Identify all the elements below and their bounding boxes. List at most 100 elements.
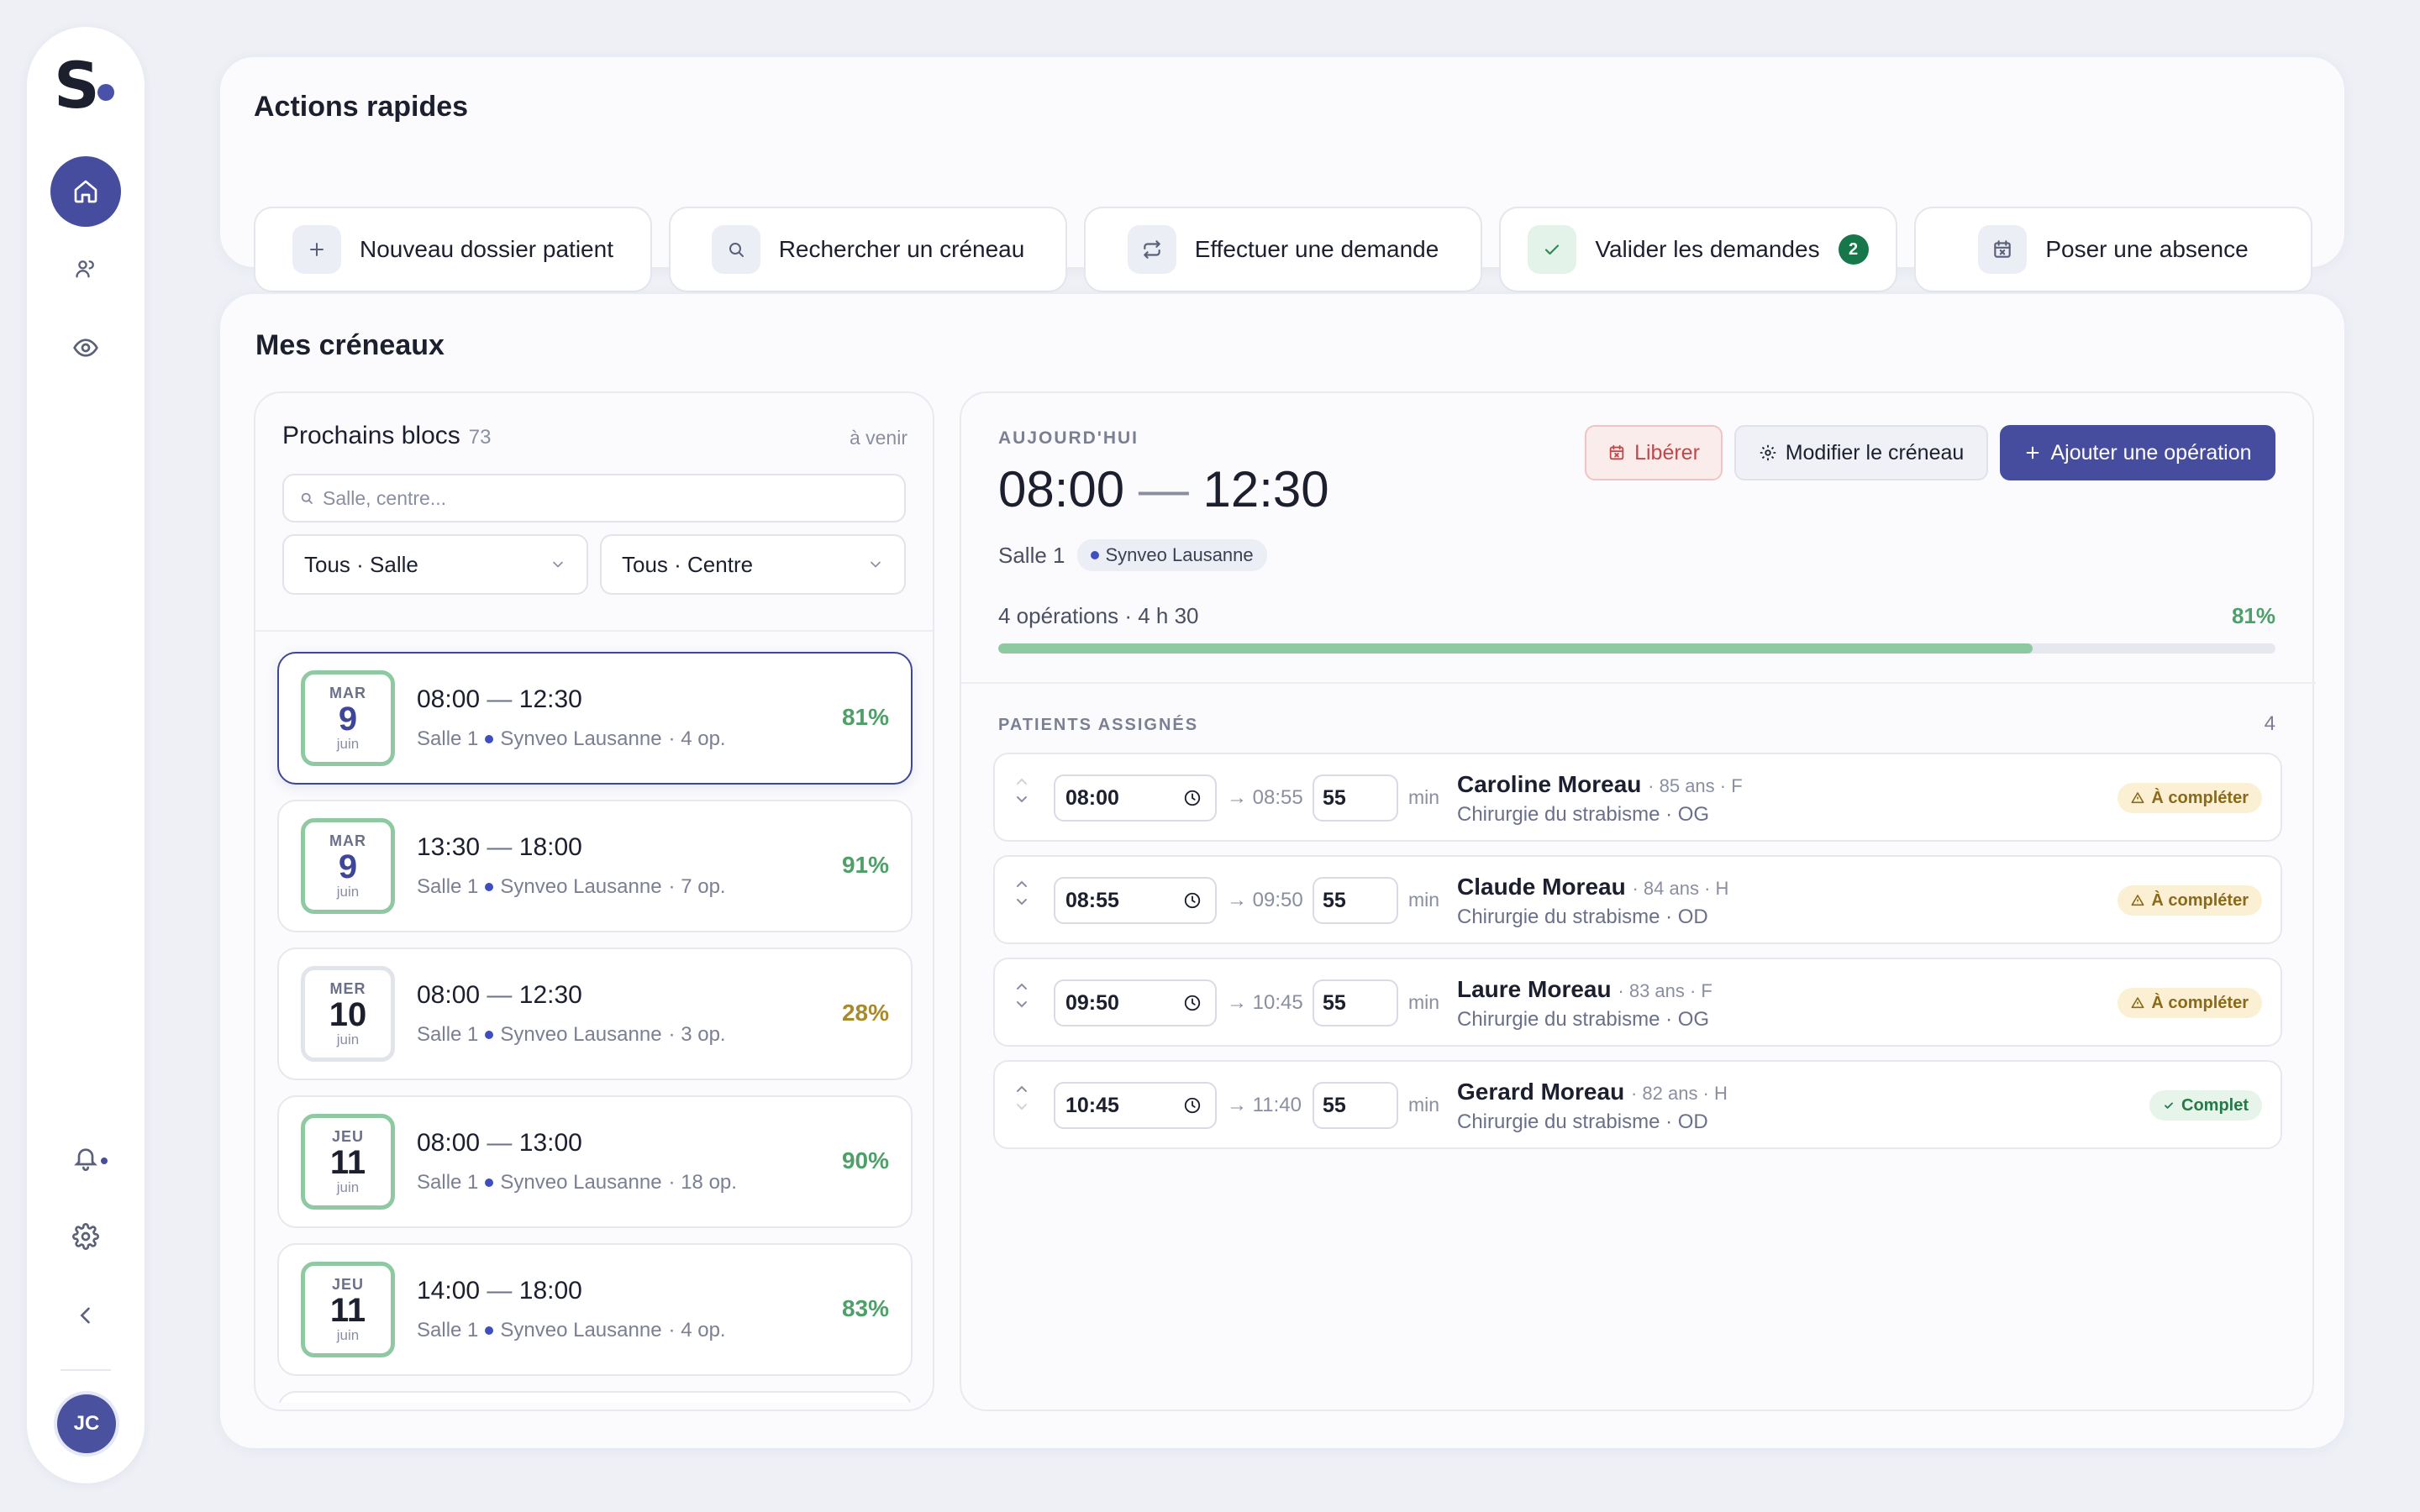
slot-start: 08:00: [417, 1129, 481, 1157]
patient-name[interactable]: Caroline Moreau: [1457, 771, 1641, 797]
start-time-input[interactable]: 10:45: [1054, 1082, 1217, 1129]
start-time-value: 08:00: [1065, 785, 1119, 810]
slot-room: Salle 1: [417, 875, 479, 898]
add-label: Ajouter une opération: [2050, 440, 2252, 465]
patient-row[interactable]: 10:45 → 11:40 55 min Gerard Moreau · 82 ans …: [993, 1060, 2282, 1149]
patient-row[interactable]: 09:50 → 10:45 55 min Laure Moreau · 83 ans ·…: [993, 958, 2282, 1047]
slot-item[interactable]: MAR 9 juin 13:30 — 18:00 Salle 1 Synveo L…: [277, 800, 913, 932]
patient-row[interactable]: 08:00 → 08:55 55 min Caroline Moreau · 85 an…: [993, 753, 2282, 842]
patient-meta: · 84 ans · H: [1632, 878, 1729, 899]
chevron-down-icon[interactable]: [1015, 1102, 1028, 1112]
end-time: → 09:50: [1227, 889, 1303, 911]
chevron-up-icon[interactable]: [1015, 879, 1028, 889]
detail-room: Salle 1: [998, 542, 1065, 568]
status-badge[interactable]: À compléter: [2118, 783, 2262, 813]
chevron-up-icon[interactable]: [1015, 1084, 1028, 1094]
procedure: Chirurgie du strabisme · OD: [1457, 1110, 1708, 1133]
duration-input[interactable]: 55: [1313, 1082, 1398, 1129]
patient-name-line: Gerard Moreau · 82 ans · H: [1457, 1079, 1728, 1105]
center-dot: [485, 735, 494, 743]
chevron-down-icon[interactable]: [1015, 795, 1028, 805]
end-time: → 10:45: [1227, 991, 1303, 1014]
eye-icon: [73, 339, 98, 357]
slot-month: juin: [336, 883, 360, 900]
notifications-button[interactable]: [50, 1122, 121, 1193]
slot-ops: · 4 op.: [668, 1319, 726, 1341]
chevron-up-icon[interactable]: [1015, 776, 1028, 786]
progress-fill: [998, 643, 2033, 654]
check-icon: [2165, 1102, 2173, 1110]
patients-nav-button[interactable]: [50, 234, 121, 304]
start-time-input[interactable]: 09:50: [1054, 979, 1217, 1026]
clock-icon[interactable]: [1183, 1096, 1202, 1115]
patient-name[interactable]: Laure Moreau: [1457, 976, 1612, 1002]
clock-icon[interactable]: [1183, 994, 1202, 1012]
patient-row[interactable]: 08:55 → 09:50 55 min Claude Moreau · 84 ans …: [993, 855, 2282, 944]
slot-end: 12:30: [518, 685, 582, 713]
slot-search-input[interactable]: [323, 486, 894, 510]
slot-center: Synveo Lausanne: [500, 1171, 662, 1194]
slot-date-badge: MER 10 juin: [301, 966, 395, 1062]
duration-input[interactable]: 55: [1313, 774, 1398, 822]
slot-day: MAR: [329, 684, 366, 701]
status-badge[interactable]: À compléter: [2118, 885, 2262, 916]
slot-item[interactable]: MAR 9 juin 08:00 — 12:30 Salle 1 Synveo L…: [277, 652, 913, 785]
slot-center: Synveo Lausanne: [500, 1023, 662, 1046]
clock-icon[interactable]: [1183, 891, 1202, 910]
patient-name[interactable]: Claude Moreau: [1457, 874, 1626, 900]
patient-name[interactable]: Gerard Moreau: [1457, 1079, 1624, 1105]
clock-icon[interactable]: [1183, 789, 1202, 807]
upcoming-filter-label[interactable]: à venir: [850, 427, 908, 449]
view-nav-button[interactable]: [50, 312, 121, 383]
slot-date-badge: MAR 9 juin: [301, 818, 395, 914]
slot-location: Salle 1 Synveo Lausanne · 7 op.: [417, 875, 726, 899]
reorder-arrows: [1015, 1084, 1028, 1112]
patient-name-line: Claude Moreau · 84 ans · H: [1457, 874, 1728, 900]
release-slot-button[interactable]: Libérer: [1585, 425, 1723, 480]
detail-center: Synveo Lausanne: [1105, 544, 1254, 565]
qa-label: Poser une absence: [2045, 236, 2249, 262]
home-nav-button[interactable]: [50, 156, 121, 227]
chevron-down-icon[interactable]: [1015, 1000, 1028, 1010]
detail-location: Salle 1 Synveo Lausanne: [998, 539, 1267, 571]
settings-nav-button[interactable]: [50, 1201, 121, 1272]
post-absence-button[interactable]: Poser une absence: [1914, 207, 2312, 292]
quick-actions-title: Actions rapides: [254, 91, 469, 123]
user-avatar[interactable]: JC: [57, 1394, 116, 1453]
edit-slot-button[interactable]: Modifier le créneau: [1734, 425, 1988, 480]
slots-card: Mes créneaux Prochains blocs 73 à venir T…: [220, 294, 2344, 1448]
start-time-input[interactable]: 08:55: [1054, 877, 1217, 924]
slot-date-badge: MAR 9 juin: [301, 670, 395, 766]
procedure: Chirurgie du strabisme · OD: [1457, 906, 1708, 928]
slot-room: Salle 1: [417, 1319, 479, 1341]
new-patient-button[interactable]: Nouveau dossier patient: [254, 207, 652, 292]
start-time-input[interactable]: 08:00: [1054, 774, 1217, 822]
chevron-up-icon[interactable]: [1015, 981, 1028, 991]
slot-item[interactable]: MER 10 juin 08:00 — 12:30 Salle 1 Synveo …: [277, 948, 913, 1080]
status-badge[interactable]: À compléter: [2118, 988, 2262, 1018]
slot-item[interactable]: [277, 1391, 913, 1403]
status-badge[interactable]: Complet: [2149, 1090, 2262, 1121]
slot-end: 13:00: [518, 1129, 582, 1157]
today-label: AUJOURD'HUI: [998, 428, 1139, 448]
swap-icon: [1127, 225, 1176, 274]
upcoming-blocks-title: Prochains blocs: [282, 422, 460, 449]
collapse-sidebar-button[interactable]: [50, 1280, 121, 1351]
room-select[interactable]: Tous · Salle: [282, 534, 588, 595]
duration-input[interactable]: 55: [1313, 877, 1398, 924]
search-slot-button[interactable]: Rechercher un créneau: [669, 207, 1067, 292]
chevron-down-icon: [553, 561, 563, 568]
detail-start: 08:00: [998, 461, 1125, 517]
chevron-down-icon[interactable]: [1015, 897, 1028, 907]
slot-item[interactable]: JEU 11 juin 14:00 — 18:00 Salle 1 Synveo …: [277, 1243, 913, 1376]
add-operation-button[interactable]: Ajouter une opération: [2000, 425, 2275, 480]
duration-input[interactable]: 55: [1313, 979, 1398, 1026]
make-request-button[interactable]: Effectuer une demande: [1084, 207, 1482, 292]
slot-location: Salle 1 Synveo Lausanne · 4 op.: [417, 1319, 726, 1342]
slot-item[interactable]: JEU 11 juin 08:00 — 13:00 Salle 1 Synveo …: [277, 1095, 913, 1228]
center-select[interactable]: Tous · Centre: [600, 534, 906, 595]
duration-unit: min: [1408, 786, 1440, 808]
validate-requests-button[interactable]: Valider les demandes 2: [1499, 207, 1897, 292]
slot-search-box[interactable]: [282, 474, 906, 522]
app-logo[interactable]: S: [54, 47, 100, 123]
